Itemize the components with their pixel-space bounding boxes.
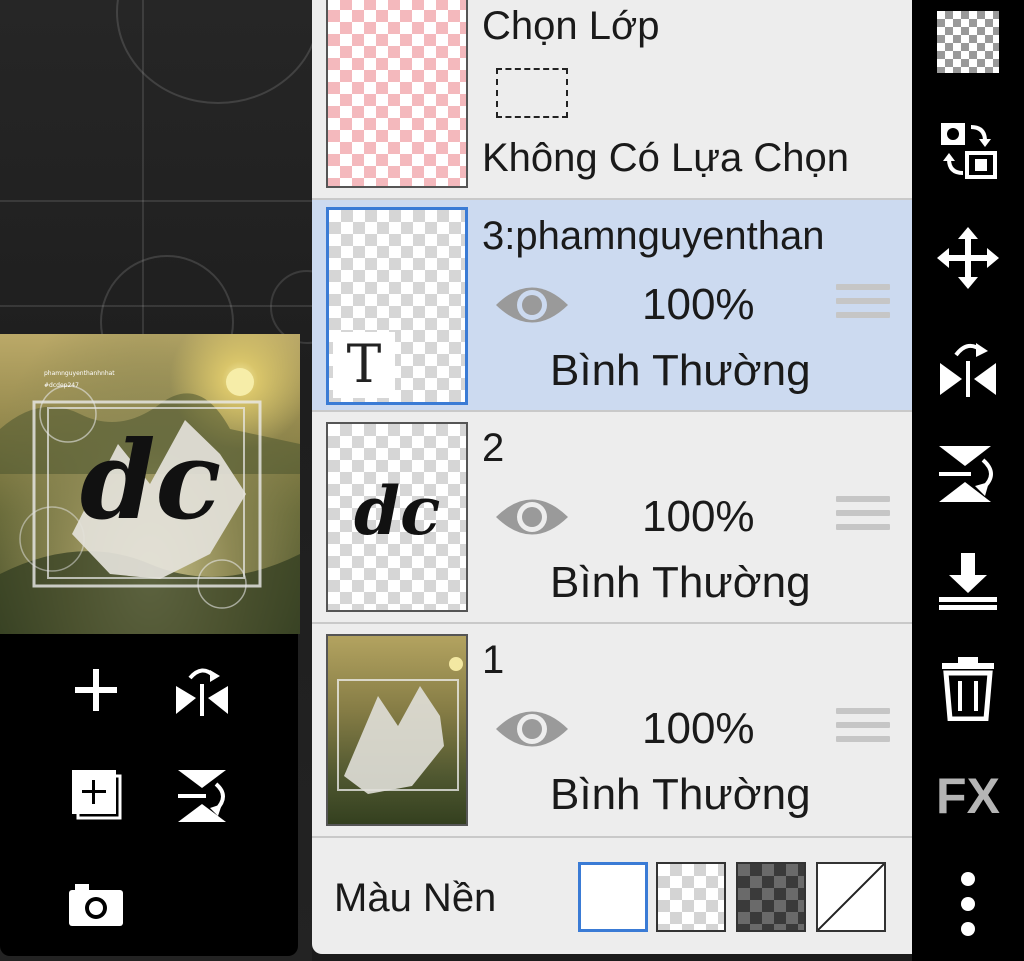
diagonal-slash-icon — [818, 864, 884, 930]
canvas-decor-line — [0, 305, 312, 307]
layer-opacity[interactable]: 100% — [642, 704, 766, 754]
preview-art-text: dc — [80, 418, 222, 544]
preview-watermark-line1: phamnguyenthanhnhat — [44, 370, 115, 377]
eye-icon[interactable] — [494, 282, 570, 328]
fx-button[interactable]: FX — [928, 756, 1008, 836]
layer-blend-mode[interactable]: Bình Thường — [550, 558, 811, 608]
layer-drag-handle[interactable] — [836, 496, 890, 538]
transparency-icon — [937, 11, 999, 73]
canvas-decor-line — [142, 0, 144, 334]
layer-thumbnail: dc — [326, 422, 468, 612]
left-toolbar — [0, 634, 298, 956]
layer-blend-mode[interactable]: Bình Thường — [550, 770, 811, 820]
background-label: Màu Nền — [334, 876, 497, 920]
delete-layer-button[interactable] — [928, 648, 1008, 728]
flip-horizontal-icon — [940, 343, 996, 397]
eye-icon[interactable] — [494, 706, 570, 752]
layer-thumb-art: dc — [354, 472, 441, 550]
layer-drag-handle[interactable] — [836, 284, 890, 326]
swap-layers-icon — [941, 123, 997, 179]
selection-marquee-icon — [496, 68, 568, 118]
add-layer-button[interactable] — [66, 660, 126, 720]
layer-opacity[interactable]: 100% — [642, 492, 766, 542]
layer-thumb-art — [337, 657, 463, 794]
eye-icon[interactable] — [494, 494, 570, 540]
flip-vertical-icon — [178, 770, 226, 822]
layer-row[interactable]: dc 2 100% Bình Thường — [312, 412, 912, 624]
more-options-button[interactable] — [928, 864, 1008, 944]
layer-name: 1 — [482, 638, 505, 682]
bg-swatch-white[interactable] — [578, 862, 648, 932]
merge-down-icon — [939, 553, 997, 610]
preview-watermark-line2: #dcdep247 — [44, 382, 79, 389]
move-button[interactable] — [928, 218, 1008, 298]
layer-drag-handle[interactable] — [836, 708, 890, 750]
duplicate-layer-button[interactable] — [66, 766, 126, 826]
camera-icon — [69, 884, 123, 926]
more-icon — [961, 872, 975, 936]
camera-button[interactable] — [66, 874, 126, 934]
layer-blend-mode[interactable]: Bình Thường — [550, 346, 811, 396]
flip-horizontal-button[interactable] — [172, 660, 232, 720]
move-icon — [937, 227, 999, 289]
fx-label: FX — [936, 768, 1000, 824]
duplicate-layer-icon — [72, 770, 122, 820]
layers-panel: Chọn Lớp Không Có Lựa Chọn T 3:phamnguye… — [312, 0, 912, 954]
layer-row[interactable]: T 3:phamnguyenthan 100% Bình Thường — [312, 200, 912, 412]
merge-down-button[interactable] — [928, 540, 1008, 620]
text-layer-badge: T — [333, 332, 395, 398]
selection-title: Chọn Lớp — [482, 4, 660, 48]
layer-name: 2 — [482, 426, 505, 470]
layer-thumbnail — [326, 634, 468, 826]
transparency-button[interactable] — [928, 2, 1008, 82]
flip-vertical-icon — [939, 446, 993, 502]
layer-opacity[interactable]: 100% — [642, 280, 766, 330]
bg-swatch-none[interactable] — [816, 862, 886, 932]
flip-horizontal-icon — [176, 668, 228, 716]
add-layer-icon — [75, 669, 117, 711]
layer-thumbnail: T — [326, 207, 468, 405]
delete-icon — [942, 657, 994, 721]
bg-swatch-transparent-dark[interactable] — [736, 862, 806, 932]
canvas-decor-line — [0, 200, 312, 202]
swap-layers-button[interactable] — [928, 110, 1008, 190]
selection-status: Không Có Lựa Chọn — [482, 136, 850, 180]
bg-swatch-transparent-light[interactable] — [656, 862, 726, 932]
layer-name: 3:phamnguyenthan — [482, 214, 825, 258]
flip-horizontal-button[interactable] — [928, 326, 1008, 406]
canvas-decor-circle — [116, 0, 312, 104]
canvas-decor-circle — [270, 270, 312, 344]
layer-row[interactable]: 1 100% Bình Thường — [312, 624, 912, 838]
flip-vertical-button[interactable] — [172, 766, 232, 826]
artwork-preview[interactable]: phamnguyenthanhnhat #dcdep247 dc — [0, 334, 300, 634]
right-toolbar: FX — [912, 0, 1024, 961]
selection-row[interactable]: Chọn Lớp Không Có Lựa Chọn — [312, 0, 912, 200]
flip-vertical-button[interactable] — [928, 434, 1008, 514]
selection-thumbnail — [326, 0, 468, 188]
